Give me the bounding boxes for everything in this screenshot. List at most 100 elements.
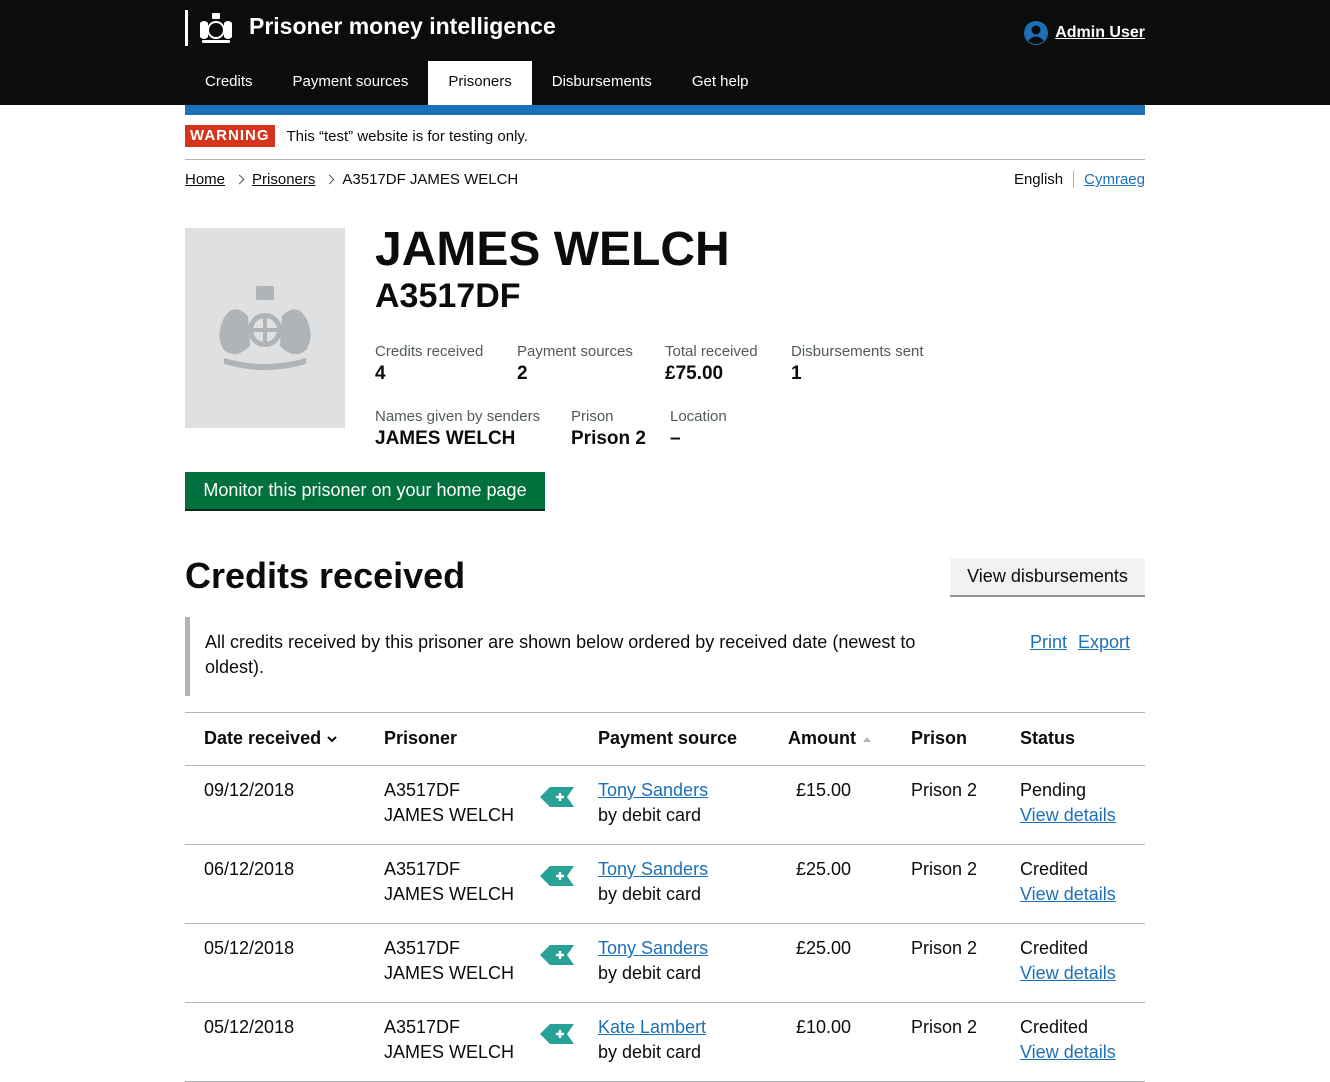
table-row: 05/12/2018 A3517DF JAMES WELCH Tony Sand… (185, 924, 1145, 1003)
divider (185, 159, 1145, 160)
cell-status: Pending View details (1020, 778, 1116, 828)
new-sender-tag-icon (540, 866, 574, 886)
sender-link[interactable]: Tony Sanders (598, 938, 708, 958)
user-avatar-icon (1024, 21, 1049, 45)
prisoner-number: A3517DF (384, 1017, 461, 1037)
nav-disbursements[interactable]: Disbursements (532, 61, 672, 105)
cell-payment-source: Tony Sanders by debit card (598, 857, 708, 907)
chevron-right-icon (324, 174, 335, 185)
credits-description: All credits received by this prisoner ar… (205, 632, 916, 677)
column-label: Amount (788, 728, 856, 748)
breadcrumb-home[interactable]: Home (185, 171, 225, 188)
table-body: 09/12/2018 A3517DF JAMES WELCH Tony Sand… (185, 766, 1145, 1082)
column-label: Payment source (598, 728, 738, 748)
sender-link[interactable]: Tony Sanders (598, 859, 708, 879)
language-current: English (1014, 171, 1075, 188)
column-label: Status (1020, 728, 1076, 748)
section-title: Credits received (185, 555, 466, 596)
stat-value: 4 (375, 363, 386, 384)
stat-total-received: Total received £75.00 (665, 343, 758, 387)
prisoner-photo-placeholder (185, 228, 345, 428)
stat-disbursements-sent: Disbursements sent 1 (791, 343, 924, 387)
cell-amount: £10.00 (796, 1017, 852, 1037)
cell-payment-source: Kate Lambert by debit card (598, 1015, 706, 1065)
royal-crest-icon (200, 13, 232, 43)
header-accent-bar (185, 105, 1145, 115)
cell-date: 06/12/2018 (204, 859, 295, 879)
sort-date-header[interactable]: Date received (204, 726, 337, 751)
cell-prison: Prison 2 (911, 1017, 978, 1037)
prison-header: Prison (911, 726, 967, 751)
language-welsh-link[interactable]: Cymraeg (1074, 171, 1145, 188)
cell-payment-source: Tony Sanders by debit card (598, 936, 708, 986)
cell-amount: £15.00 (796, 780, 852, 800)
cell-payment-source: Tony Sanders by debit card (598, 778, 708, 828)
print-link[interactable]: Print (1030, 630, 1067, 655)
primary-nav: Credits Payment sources Prisoners Disbur… (185, 61, 769, 105)
brand-bar (185, 10, 188, 46)
service-name[interactable]: Prisoner money intelligence (249, 13, 556, 40)
royal-coat-of-arms-icon (219, 286, 311, 370)
status-text: Pending (1020, 780, 1087, 800)
warning-tag: WARNING (185, 125, 275, 147)
status-text: Credited (1020, 859, 1089, 879)
view-details-link[interactable]: View details (1020, 1042, 1116, 1062)
view-disbursements-button[interactable]: View disbursements (950, 558, 1145, 595)
prisoner-name: JAMES WELCH (375, 223, 730, 276)
prisoner-name: JAMES WELCH (384, 805, 515, 825)
payment-method: by debit card (598, 963, 702, 983)
breadcrumb-current: A3517DF JAMES WELCH (342, 171, 519, 188)
sort-up-icon (862, 736, 871, 742)
payment-method: by debit card (598, 884, 702, 904)
view-details-link[interactable]: View details (1020, 963, 1116, 983)
column-label: Prison (911, 728, 968, 748)
payment-method: by debit card (598, 805, 702, 825)
export-link[interactable]: Export (1078, 630, 1130, 655)
stat-prison: Prison Prison 2 (571, 408, 646, 452)
prisoner-number: A3517DF (384, 938, 461, 958)
sort-amount-header[interactable]: Amount (788, 726, 872, 751)
cell-status: Credited View details (1020, 1015, 1116, 1065)
breadcrumb-prisoners[interactable]: Prisoners (252, 171, 315, 188)
user-name-link[interactable]: Admin User (1055, 24, 1145, 42)
stat-value: 2 (517, 363, 528, 384)
nav-payment-sources[interactable]: Payment sources (273, 61, 429, 105)
cell-status: Credited View details (1020, 857, 1116, 907)
prisoner-number: A3517DF (384, 780, 461, 800)
cell-prison: Prison 2 (911, 780, 978, 800)
chevron-right-icon (234, 174, 245, 185)
stat-label: Credits received (375, 343, 484, 360)
prisoner-name: JAMES WELCH (384, 963, 515, 983)
stat-label: Location (670, 408, 727, 425)
sender-link[interactable]: Kate Lambert (598, 1017, 706, 1037)
table-header: Date received Prisoner Payment source Am… (185, 712, 1145, 766)
prisoner-number: A3517DF (375, 277, 521, 315)
stat-location: Location – (670, 408, 727, 452)
payment-method: by debit card (598, 1042, 702, 1062)
cell-prisoner: A3517DF JAMES WELCH (384, 1015, 514, 1065)
monitor-prisoner-button[interactable]: Monitor this prisoner on your home page (185, 472, 545, 509)
view-details-link[interactable]: View details (1020, 805, 1116, 825)
stat-label: Prison (571, 408, 614, 425)
view-details-link[interactable]: View details (1020, 884, 1116, 904)
language-switcher: English Cymraeg (1014, 171, 1145, 188)
user-menu[interactable]: Admin User (1023, 20, 1145, 46)
nav-get-help[interactable]: Get help (672, 61, 769, 105)
table-row: 09/12/2018 A3517DF JAMES WELCH Tony Sand… (185, 766, 1145, 845)
stat-value: £75.00 (665, 363, 724, 384)
prisoner-number: A3517DF (384, 859, 461, 879)
payment-source-header: Payment source (598, 726, 737, 751)
sender-link[interactable]: Tony Sanders (598, 780, 708, 800)
inset-text: All credits received by this prisoner ar… (185, 617, 1145, 696)
cell-prison: Prison 2 (911, 859, 978, 879)
nav-credits[interactable]: Credits (185, 61, 273, 105)
column-label: Prisoner (384, 728, 458, 748)
chevron-down-icon (327, 735, 337, 742)
prisoner-name: JAMES WELCH (384, 1042, 515, 1062)
prisoner-header: Prisoner (384, 726, 457, 751)
stat-value: – (670, 428, 681, 449)
nav-prisoners[interactable]: Prisoners (428, 61, 532, 105)
stat-label: Payment sources (517, 343, 633, 360)
new-sender-tag-icon (540, 945, 574, 965)
credits-table: Date received Prisoner Payment source Am… (185, 712, 1145, 1082)
